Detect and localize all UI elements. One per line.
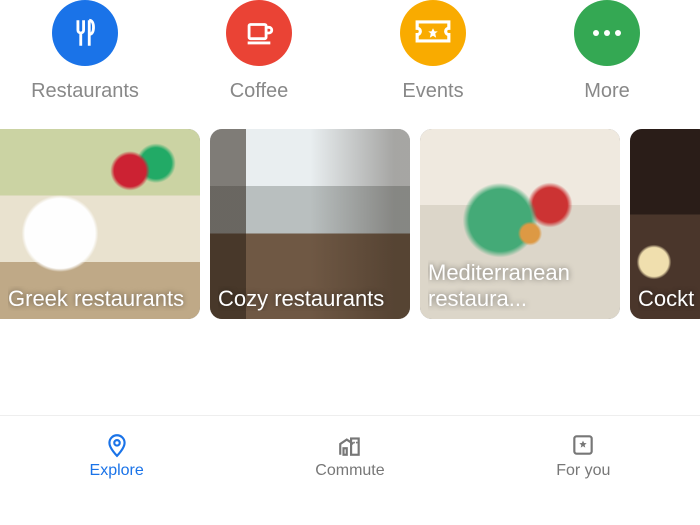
category-label: Coffee — [230, 80, 289, 103]
category-more[interactable]: More — [522, 0, 692, 103]
category-label: Events — [402, 80, 463, 103]
bottom-nav: Explore Commute For you — [0, 415, 700, 495]
card-label: Mediterranean restaura... — [428, 260, 614, 311]
category-label: More — [584, 80, 630, 103]
nav-label: Explore — [90, 462, 144, 480]
commute-icon — [337, 432, 363, 458]
coffee-icon — [226, 0, 292, 66]
card-mediterranean-restaurants[interactable]: Mediterranean restaura... — [420, 129, 620, 319]
more-icon — [574, 0, 640, 66]
card-cozy-restaurants[interactable]: Cozy restaurants — [210, 129, 410, 319]
card-label: Cozy restaurants — [218, 286, 404, 311]
nav-label: Commute — [315, 462, 384, 480]
restaurants-icon — [52, 0, 118, 66]
nav-for-you[interactable]: For you — [468, 432, 699, 480]
for-you-icon — [570, 432, 596, 458]
card-label: Cockt — [638, 286, 700, 311]
card-label: Greek restaurants — [8, 286, 194, 311]
card-cocktails[interactable]: Cockt — [630, 129, 700, 319]
card-greek-restaurants[interactable]: Greek restaurants — [0, 129, 200, 319]
nav-label: For you — [556, 462, 610, 480]
nav-commute[interactable]: Commute — [234, 432, 465, 480]
nav-explore[interactable]: Explore — [1, 432, 232, 480]
category-restaurants[interactable]: Restaurants — [0, 0, 170, 103]
events-icon — [400, 0, 466, 66]
category-row: Restaurants Coffee Events — [0, 0, 700, 103]
category-events[interactable]: Events — [348, 0, 518, 103]
category-coffee[interactable]: Coffee — [174, 0, 344, 103]
category-label: Restaurants — [31, 80, 139, 103]
suggestion-cards: Greek restaurants Cozy restaurants Medit… — [0, 129, 700, 319]
explore-icon — [104, 432, 130, 458]
